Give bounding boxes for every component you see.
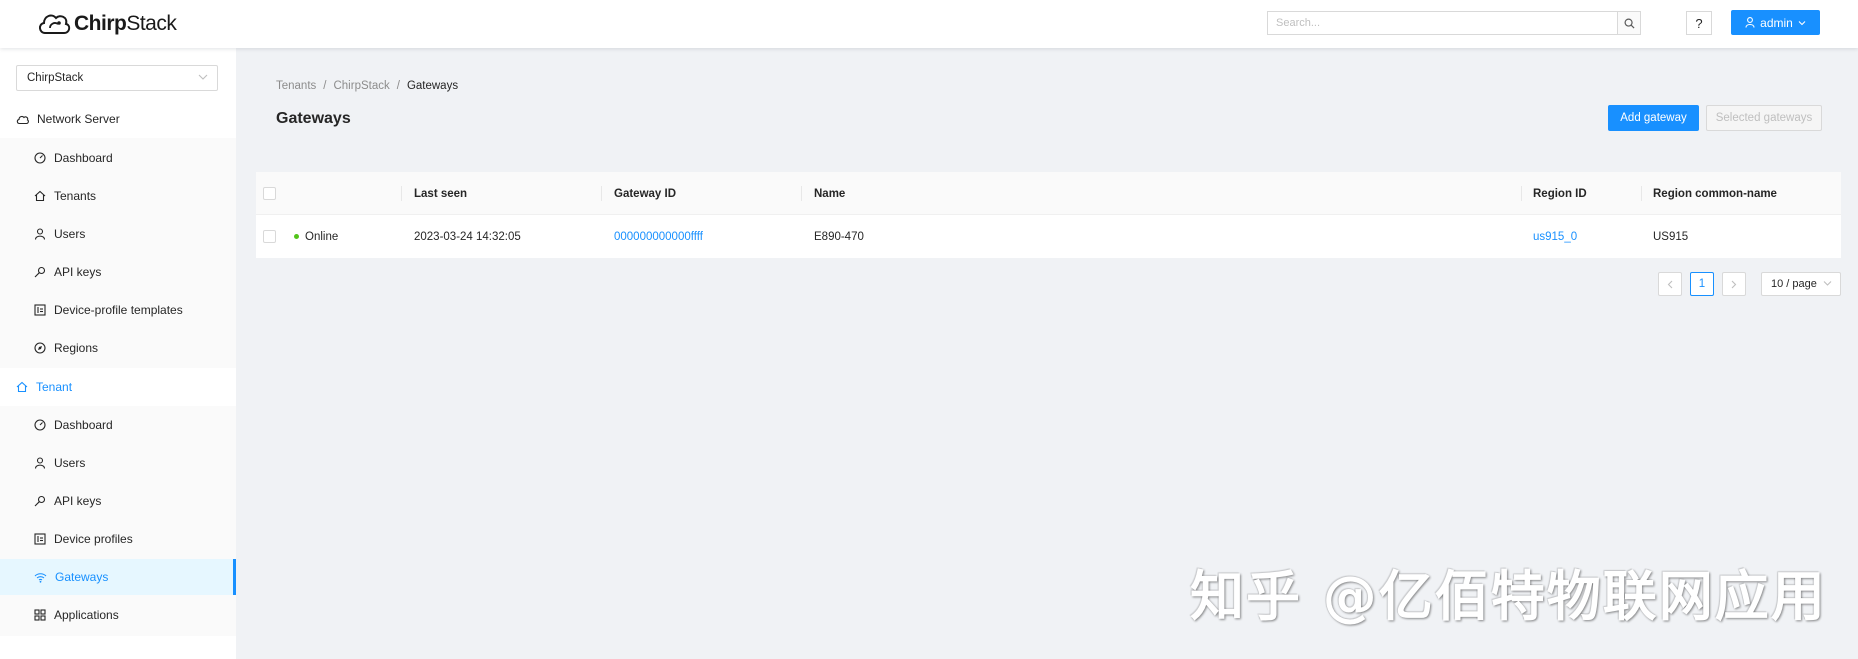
selected-gateways-button[interactable]: Selected gateways bbox=[1706, 105, 1822, 131]
status-cell: Online bbox=[294, 215, 338, 258]
table-header: Last seen Gateway ID Name Region ID Regi… bbox=[256, 172, 1841, 215]
breadcrumb-separator: / bbox=[396, 80, 400, 92]
user-icon bbox=[1745, 17, 1755, 28]
sidebar-item-tenant-api-keys[interactable]: API keys bbox=[0, 483, 236, 519]
column-header-last-seen[interactable]: Last seen bbox=[414, 172, 467, 215]
sidebar-item-label: API keys bbox=[54, 494, 102, 508]
page-number-button[interactable]: 1 bbox=[1690, 272, 1714, 296]
dashboard-icon bbox=[34, 152, 46, 164]
breadcrumb-tenants[interactable]: Tenants bbox=[276, 80, 316, 92]
chevron-down-icon bbox=[1823, 281, 1832, 286]
status-text: Online bbox=[305, 230, 339, 243]
breadcrumb: Tenants / ChirpStack / Gateways bbox=[276, 80, 458, 92]
home-icon bbox=[16, 381, 28, 393]
cloud-icon bbox=[16, 115, 29, 124]
tenant-select-value: ChirpStack bbox=[27, 72, 84, 84]
top-header: ChirpStack ? admin bbox=[0, 0, 1858, 48]
home-icon bbox=[34, 190, 46, 202]
gateway-id-link[interactable]: 000000000000ffff bbox=[614, 215, 703, 258]
key-icon bbox=[34, 495, 46, 507]
sidebar-item-applications[interactable]: Applications bbox=[0, 597, 236, 633]
last-seen-cell: 2023-03-24 14:32:05 bbox=[414, 230, 521, 243]
cloud-logo-icon bbox=[39, 14, 71, 34]
row-select-cell bbox=[263, 215, 276, 258]
breadcrumb-current: Gateways bbox=[406, 80, 459, 92]
column-header-region-common-name[interactable]: Region common-name bbox=[1653, 172, 1777, 215]
sidebar-item-tenant-users[interactable]: Users bbox=[0, 445, 236, 481]
sidebar-item-ns-api-keys[interactable]: API keys bbox=[0, 254, 236, 290]
sidebar-group-label: Network Server bbox=[37, 112, 120, 126]
table-row[interactable]: Online 2023-03-24 14:32:05 000000000000f… bbox=[256, 215, 1841, 258]
page-size-value: 10 / page bbox=[1771, 278, 1817, 290]
sidebar-item-label: Tenants bbox=[54, 189, 97, 203]
sidebar-item-label: Gateways bbox=[55, 570, 109, 584]
region-common-name-cell: US915 bbox=[1653, 230, 1689, 243]
search-icon bbox=[1624, 18, 1635, 29]
page-size-select[interactable]: 10 / page bbox=[1761, 272, 1841, 296]
add-gateway-button[interactable]: Add gateway bbox=[1608, 105, 1699, 131]
compass-icon bbox=[34, 342, 46, 354]
logo-text: ChirpStack bbox=[74, 12, 177, 35]
sidebar-item-label: Users bbox=[54, 227, 86, 241]
region-id-link[interactable]: us915_0 bbox=[1533, 215, 1577, 258]
chirpstack-logo[interactable]: ChirpStack bbox=[36, 8, 177, 40]
gateways-table: Last seen Gateway ID Name Region ID Regi… bbox=[256, 172, 1841, 258]
sidebar-item-ns-dashboard[interactable]: Dashboard bbox=[0, 140, 236, 176]
next-page-button[interactable] bbox=[1722, 272, 1746, 296]
search-button[interactable] bbox=[1617, 11, 1641, 35]
sidebar-item-label: Regions bbox=[54, 341, 99, 355]
global-search bbox=[1267, 11, 1641, 35]
user-menu-button[interactable]: admin bbox=[1731, 10, 1820, 35]
sidebar-item-device-profile-templates[interactable]: Device-profile templates bbox=[0, 292, 236, 328]
watermark: 知乎 @亿佰特物联网应用 bbox=[1190, 565, 1827, 628]
chevron-down-icon bbox=[1798, 20, 1806, 25]
sidebar-item-regions[interactable]: Regions bbox=[0, 330, 236, 366]
sidebar-item-tenant-dashboard[interactable]: Dashboard bbox=[0, 407, 236, 443]
column-header-region-id[interactable]: Region ID bbox=[1533, 172, 1587, 215]
tenant-select[interactable]: ChirpStack bbox=[16, 65, 218, 91]
sidebar-item-device-profiles[interactable]: Device profiles bbox=[0, 521, 236, 557]
sidebar-group-tenant[interactable]: Tenant bbox=[0, 368, 236, 406]
sidebar-group-network-server[interactable]: Network Server bbox=[0, 100, 236, 138]
sidebar-item-label: Dashboard bbox=[54, 151, 113, 165]
key-icon bbox=[34, 266, 46, 278]
sidebar-item-tenants[interactable]: Tenants bbox=[0, 178, 236, 214]
sidebar-item-label: API keys bbox=[54, 265, 102, 279]
sidebar-group-label: Tenant bbox=[36, 380, 73, 394]
user-icon bbox=[34, 228, 46, 240]
sidebar-item-ns-users[interactable]: Users bbox=[0, 216, 236, 252]
sidebar-item-label: Device-profile templates bbox=[54, 303, 183, 317]
apps-icon bbox=[34, 609, 46, 621]
breadcrumb-separator: / bbox=[323, 80, 327, 92]
select-all-cell bbox=[263, 172, 276, 215]
chevron-right-icon bbox=[1731, 280, 1737, 288]
online-status-dot bbox=[294, 234, 299, 239]
page-title: Gateways bbox=[276, 110, 351, 127]
select-all-checkbox[interactable] bbox=[263, 187, 276, 200]
profile-icon bbox=[34, 533, 46, 545]
search-input[interactable] bbox=[1267, 11, 1617, 35]
chevron-down-icon bbox=[198, 74, 208, 80]
profile-icon bbox=[34, 304, 46, 316]
sidebar-item-label: Users bbox=[54, 456, 86, 470]
column-header-gateway-id[interactable]: Gateway ID bbox=[614, 172, 676, 215]
user-name: admin bbox=[1760, 15, 1793, 30]
breadcrumb-chirpstack[interactable]: ChirpStack bbox=[333, 80, 389, 92]
gateway-name-cell: E890-470 bbox=[814, 230, 864, 243]
column-header-name[interactable]: Name bbox=[814, 172, 845, 215]
sidebar-item-label: Dashboard bbox=[54, 418, 113, 432]
dashboard-icon bbox=[34, 419, 46, 431]
sidebar-item-gateways[interactable]: Gateways bbox=[0, 559, 236, 595]
user-icon bbox=[34, 457, 46, 469]
sidebar: ChirpStack Network Server Dashboard Tena… bbox=[0, 48, 236, 659]
chevron-left-icon bbox=[1667, 280, 1673, 288]
sidebar-item-label: Applications bbox=[54, 608, 119, 622]
sidebar-item-label: Device profiles bbox=[54, 532, 133, 546]
wifi-icon bbox=[34, 572, 47, 583]
previous-page-button[interactable] bbox=[1658, 272, 1682, 296]
help-button[interactable]: ? bbox=[1686, 11, 1712, 35]
row-checkbox[interactable] bbox=[263, 230, 276, 243]
